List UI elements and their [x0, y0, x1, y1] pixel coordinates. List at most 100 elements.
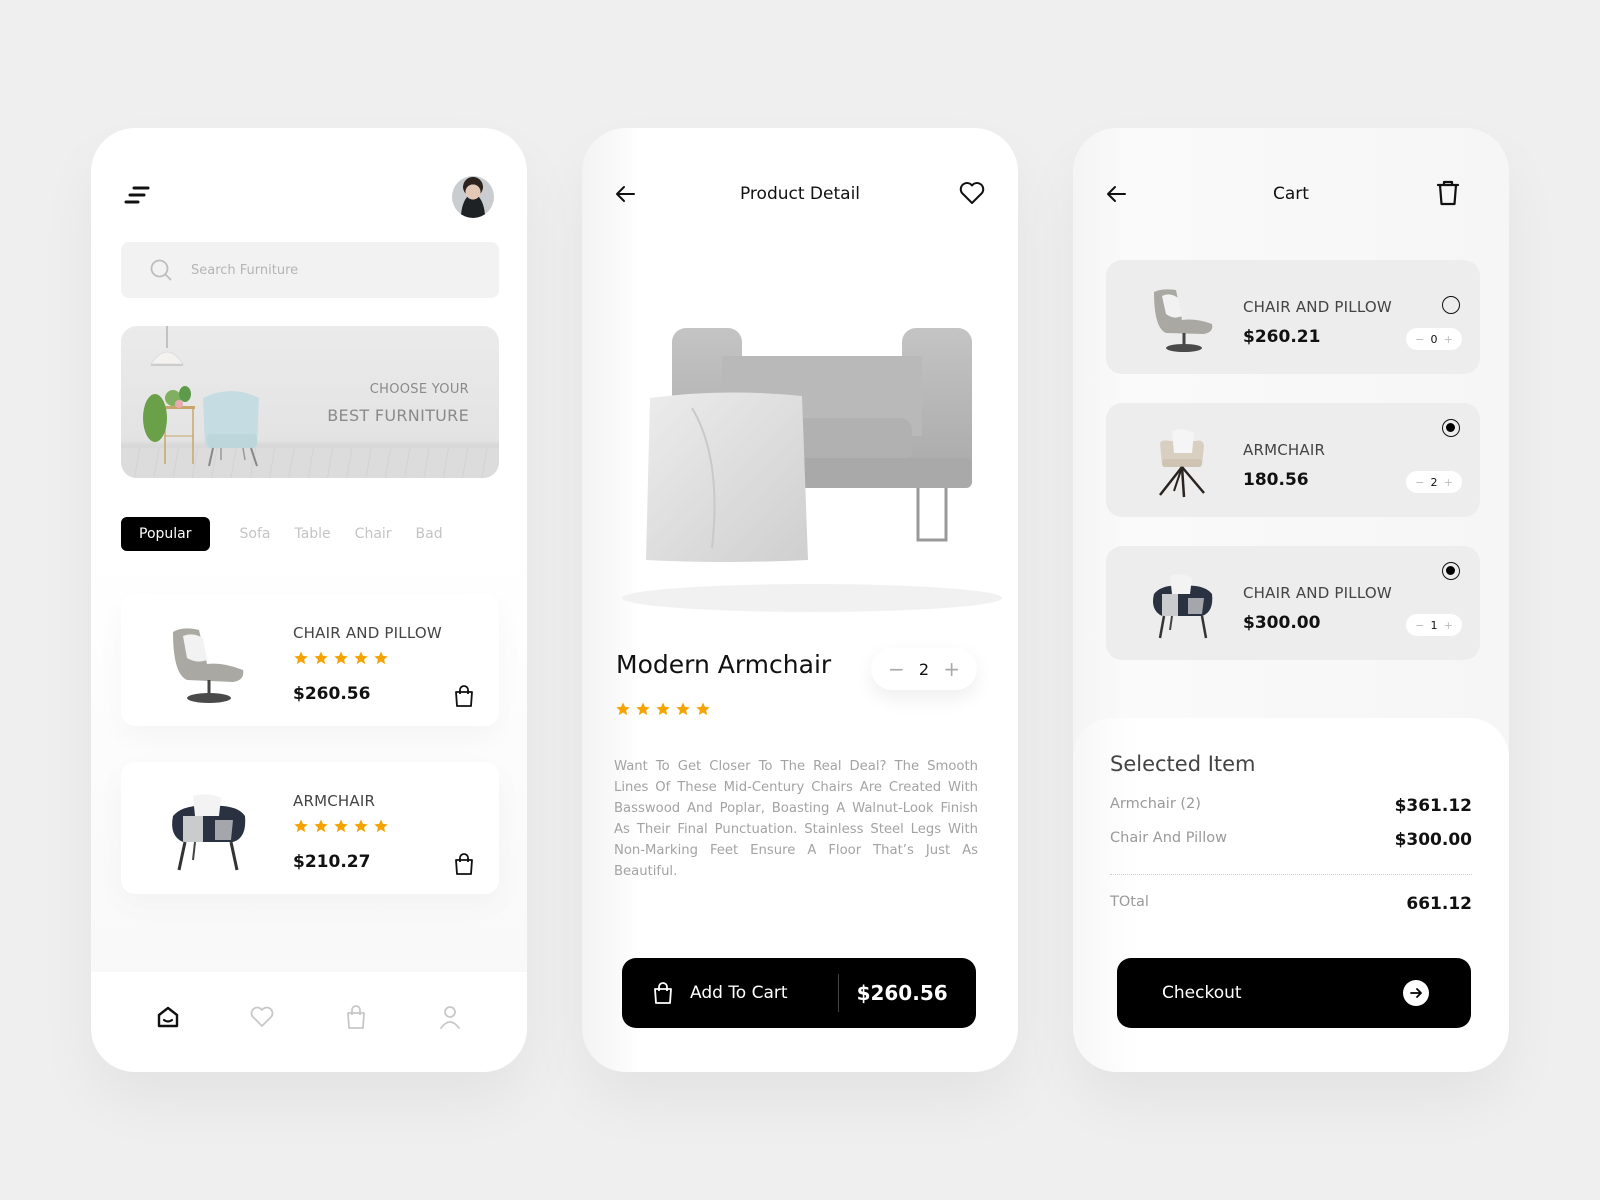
rating-stars [293, 650, 389, 666]
summary-label: Chair And Pillow [1110, 830, 1227, 846]
avatar[interactable] [452, 176, 494, 218]
dotted-divider [1110, 874, 1472, 875]
search-input[interactable] [191, 262, 451, 278]
armchair-image [172, 794, 246, 871]
increment-button[interactable]: + [943, 657, 960, 681]
product-price: $260.56 [856, 981, 948, 1005]
category-tabs: Popular Sofa Table Chair Bad [121, 515, 501, 553]
increment-button[interactable]: + [1444, 476, 1453, 489]
summary-row: Chair And Pillow $300.00 [1110, 830, 1472, 850]
armchair-hero-image [622, 328, 1002, 612]
banner-title: BEST FURNITURE [327, 406, 469, 425]
star-icon [334, 819, 348, 833]
select-radio[interactable] [1442, 296, 1460, 314]
product-name: ARMCHAIR [293, 792, 376, 810]
cart-item-price: 180.56 [1243, 470, 1309, 490]
product-price: $210.27 [293, 852, 371, 872]
star-icon [676, 702, 690, 716]
star-icon [314, 819, 328, 833]
total-value: 661.12 [1406, 894, 1472, 914]
nav-bag[interactable] [341, 1002, 371, 1032]
armchair-image [1153, 574, 1213, 639]
star-icon [334, 651, 348, 665]
add-to-cart-button[interactable]: Add To Cart $260.56 [622, 958, 976, 1028]
decrement-button[interactable]: − [888, 657, 905, 681]
cart-item-price: $260.21 [1243, 327, 1321, 347]
select-radio[interactable] [1442, 419, 1460, 437]
page-title: Product Detail [739, 184, 861, 204]
product-price: $260.56 [293, 684, 371, 704]
banner-subtitle: CHOOSE YOUR [369, 382, 469, 397]
tab-sofa[interactable]: Sofa [240, 526, 271, 542]
user-icon [440, 1006, 460, 1029]
decrement-button[interactable]: − [1415, 333, 1424, 346]
product-card[interactable]: ARMCHAIR $210.27 [121, 762, 499, 894]
menu-icon[interactable] [124, 184, 152, 208]
decrement-button[interactable]: − [1415, 619, 1424, 632]
nav-home[interactable] [153, 1002, 183, 1032]
star-icon [374, 819, 388, 833]
search-bar[interactable] [121, 242, 499, 298]
cart-item[interactable]: CHAIR AND PILLOW $300.00 − 1 + [1106, 546, 1480, 660]
product-card[interactable]: CHAIR AND PILLOW $260.56 [121, 594, 499, 726]
star-icon [314, 651, 328, 665]
bag-icon[interactable] [453, 684, 475, 708]
bag-icon [654, 982, 672, 1004]
star-icon [696, 702, 710, 716]
tab-popular[interactable]: Popular [121, 517, 210, 551]
heart-icon[interactable] [958, 180, 986, 206]
cart-screen: Cart CHAIR AND PILLOW $260.21 − 0 + ARMC… [1073, 128, 1509, 1072]
summary-value: $300.00 [1394, 830, 1472, 850]
heart-icon [250, 1006, 274, 1027]
tab-chair[interactable]: Chair [355, 526, 392, 542]
product-title: Modern Armchair [616, 650, 832, 679]
promo-banner[interactable]: CHOOSE YOUR BEST FURNITURE [121, 326, 499, 478]
summary-title: Selected Item [1110, 752, 1256, 776]
quantity-stepper: − 1 + [1406, 614, 1462, 636]
swivel-chair-image [1154, 289, 1213, 352]
total-label: TOtal [1110, 894, 1149, 910]
cart-item[interactable]: CHAIR AND PILLOW $260.21 − 0 + [1106, 260, 1480, 374]
armchair-image [1159, 429, 1205, 498]
banner-illustration [143, 326, 259, 467]
quantity-value: 1 [1430, 618, 1438, 632]
increment-button[interactable]: + [1444, 333, 1453, 346]
select-radio[interactable] [1442, 562, 1460, 580]
divider [837, 974, 839, 1012]
quantity-value: 2 [918, 659, 930, 679]
swivel-chair-image [173, 628, 244, 703]
increment-button[interactable]: + [1444, 619, 1453, 632]
arrow-right-icon [1403, 980, 1429, 1006]
summary-value: $361.12 [1394, 796, 1472, 816]
tab-bad[interactable]: Bad [416, 526, 443, 542]
cart-item[interactable]: ARMCHAIR 180.56 − 2 + [1106, 403, 1480, 517]
trash-icon[interactable] [1435, 179, 1461, 207]
checkout-button[interactable]: Checkout [1117, 958, 1471, 1028]
quantity-stepper: − 2 + [871, 648, 977, 690]
decrement-button[interactable]: − [1415, 476, 1424, 489]
quantity-stepper: − 2 + [1406, 471, 1462, 493]
nav-profile[interactable] [435, 1002, 465, 1032]
star-icon [294, 651, 308, 665]
home-icon [157, 1006, 179, 1028]
product-description: Want To Get Closer To The Real Deal? The… [614, 759, 978, 879]
checkout-label: Checkout [1162, 983, 1242, 1003]
bag-icon[interactable] [453, 852, 475, 876]
order-summary: Selected Item Armchair (2) $361.12 Chair… [1073, 718, 1509, 1072]
quantity-value: 0 [1430, 332, 1438, 346]
star-icon [656, 702, 670, 716]
home-screen: CHOOSE YOUR BEST FURNITURE Popular Sofa … [91, 128, 527, 1072]
cart-item-name: CHAIR AND PILLOW [1243, 298, 1392, 316]
product-detail-screen: Product Detail Modern Armchair − 2 + Wan… [582, 128, 1018, 1072]
total-row: TOtal 661.12 [1110, 894, 1472, 914]
cart-item-name: ARMCHAIR [1243, 441, 1326, 459]
cart-item-name: CHAIR AND PILLOW [1243, 584, 1392, 602]
star-icon [374, 651, 388, 665]
nav-favorites[interactable] [247, 1002, 277, 1032]
search-icon [149, 258, 173, 282]
star-icon [354, 651, 368, 665]
star-icon [294, 819, 308, 833]
quantity-stepper: − 0 + [1406, 328, 1462, 350]
tab-table[interactable]: Table [294, 526, 330, 542]
star-icon [636, 702, 650, 716]
